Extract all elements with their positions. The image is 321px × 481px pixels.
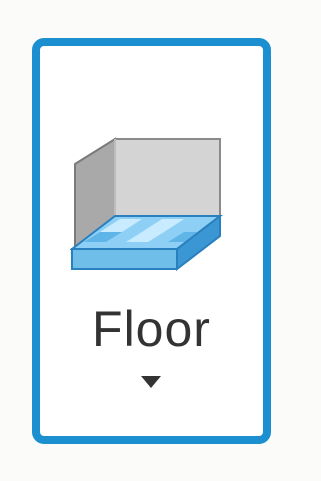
ribbon-panel: Floor [0,0,321,481]
triangle-down-icon[interactable] [141,376,161,388]
floor-button[interactable]: Floor [32,38,271,444]
floor-icon [70,137,223,272]
floor-label: Floor [92,301,211,357]
